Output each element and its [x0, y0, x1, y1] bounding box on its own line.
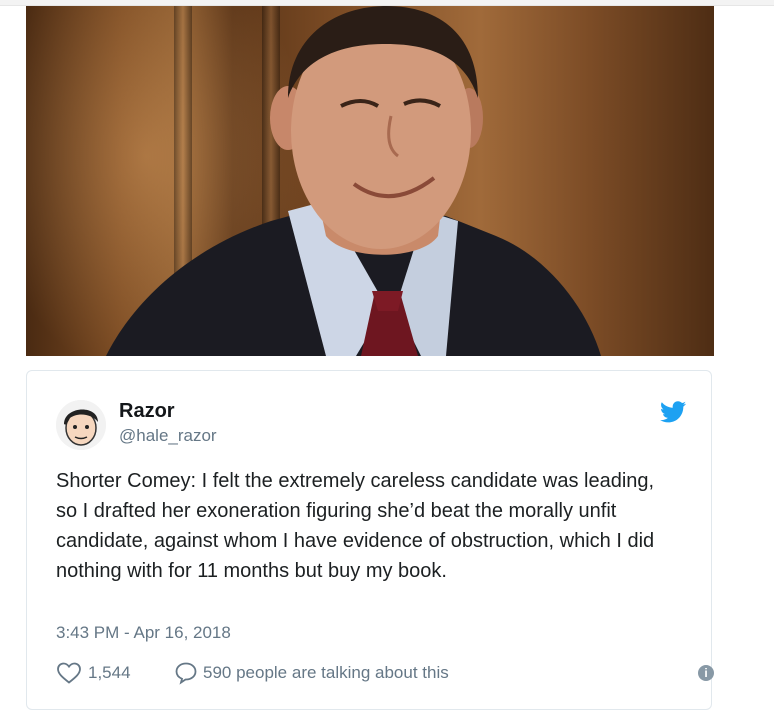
author-handle[interactable]: @hale_razor	[119, 426, 217, 446]
author-name[interactable]: Razor	[119, 400, 175, 423]
article-photo	[26, 6, 714, 356]
avatar[interactable]	[56, 400, 106, 450]
talking-about-link[interactable]: 590 people are talking about this	[203, 663, 449, 683]
heart-icon[interactable]	[56, 661, 82, 685]
avatar-cartoon-face-icon	[56, 400, 106, 450]
tweet-timestamp[interactable]: 3:43 PM - Apr 16, 2018	[56, 623, 231, 643]
like-count[interactable]: 1,544	[88, 663, 131, 683]
speech-bubble-icon[interactable]	[174, 661, 198, 685]
twitter-bird-icon[interactable]	[660, 401, 686, 423]
person-portrait	[106, 6, 601, 356]
info-icon[interactable]: i	[698, 665, 714, 681]
tweet-actions: 1,544 590 people are talking about this …	[56, 661, 714, 687]
embedded-tweet-card[interactable]: Razor @hale_razor Shorter Comey: I felt …	[26, 370, 714, 710]
tweet-text: Shorter Comey: I felt the extremely care…	[56, 470, 655, 582]
